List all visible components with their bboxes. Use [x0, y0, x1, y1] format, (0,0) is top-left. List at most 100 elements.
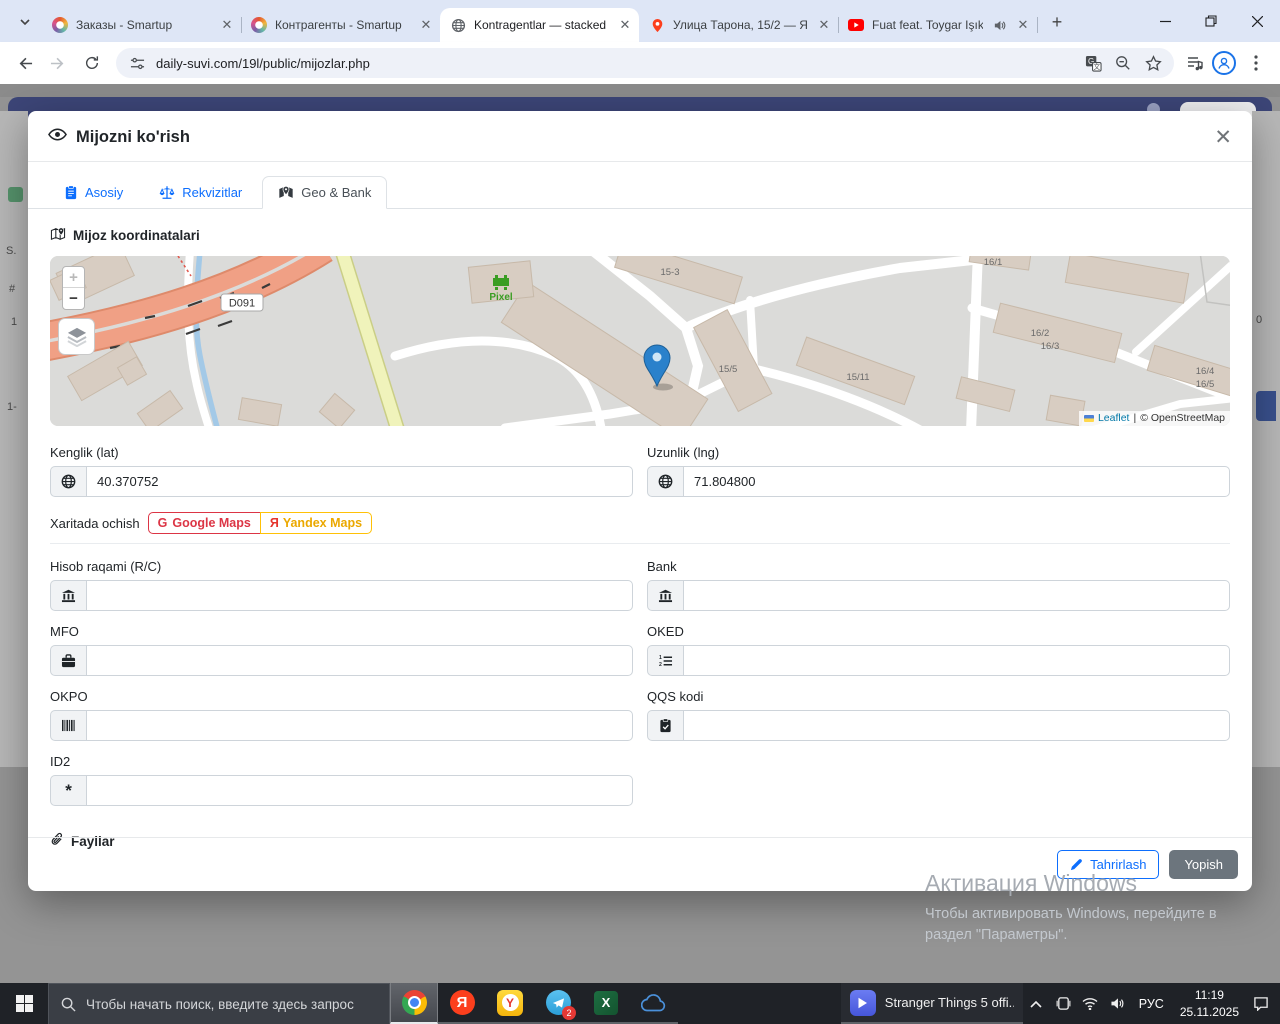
background-text: 0	[1256, 314, 1263, 326]
tray-chevron-up-icon[interactable]	[1023, 983, 1050, 1024]
tab-close-icon[interactable]: ✕	[1015, 17, 1031, 33]
bank-label: Bank	[647, 559, 677, 574]
taskbar-media-task[interactable]: Stranger Things 5 offi...	[840, 983, 1023, 1024]
form-divider	[50, 543, 1230, 544]
browser-tab[interactable]: Улица Тарона, 15/2 — Я ✕	[639, 8, 839, 42]
account-label: Hisob raqami (R/C)	[50, 559, 162, 574]
lat-input[interactable]	[86, 466, 633, 497]
browser-tab[interactable]: Fuat feat. Toygar Işık ✕	[838, 8, 1038, 42]
leaflet-map[interactable]: D091 Pixel 15-3 15/5 15/11 16/1 16/2 16/…	[50, 256, 1230, 426]
tab-close-icon[interactable]: ✕	[418, 17, 434, 33]
taskbar-chrome[interactable]	[390, 983, 438, 1024]
oked-input[interactable]	[683, 645, 1230, 676]
taskbar-yandex[interactable]: Я	[438, 983, 486, 1024]
yandex-browser-icon: Y	[497, 989, 523, 1016]
tab-audio-icon[interactable]	[991, 17, 1007, 33]
account-input[interactable]	[86, 580, 633, 611]
map-building-label: 15/11	[846, 372, 869, 383]
tab-close-icon[interactable]: ✕	[219, 17, 235, 33]
tab-geo-bank[interactable]: Geo & Bank	[262, 176, 388, 209]
reload-icon[interactable]	[78, 49, 106, 77]
edit-button-label: Tahrirlash	[1090, 857, 1147, 872]
browser-tab[interactable]: Заказы - Smartup ✕	[42, 8, 242, 42]
mfo-input[interactable]	[86, 645, 633, 676]
modal-header: Mijozni ko'rish ✕	[28, 111, 1252, 162]
background-badge	[8, 187, 23, 202]
volume-icon[interactable]	[1104, 983, 1131, 1024]
barcode-icon	[50, 710, 86, 741]
globe-icon	[50, 466, 86, 497]
tab-close-icon[interactable]: ✕	[816, 17, 832, 33]
yandex-icon: Я	[449, 990, 475, 1015]
tab-title: Улица Тарона, 15/2 — Я	[673, 18, 808, 32]
url-text[interactable]: daily-suvi.com/19l/public/mijozlar.php	[156, 56, 1074, 71]
minimize-button[interactable]	[1142, 0, 1188, 42]
taskbar-search[interactable]: Чтобы начать поиск, введите здесь запрос	[48, 983, 390, 1024]
close-button[interactable]: Yopish	[1169, 850, 1238, 879]
poi-label: Pixel	[489, 292, 513, 303]
leaflet-link[interactable]: Leaflet	[1098, 412, 1130, 424]
tab-rekvizitlar[interactable]: Rekvizitlar	[143, 176, 258, 209]
lat-label: Kenglik (lat)	[50, 445, 119, 460]
id2-input[interactable]	[86, 775, 633, 806]
map-layers-button[interactable]	[58, 318, 95, 355]
background-text: 1	[11, 316, 18, 328]
language-indicator[interactable]: РУС	[1131, 997, 1172, 1011]
windows-logo-icon	[15, 995, 33, 1012]
svg-text:1: 1	[659, 655, 662, 661]
new-tab-button[interactable]: +	[1043, 8, 1071, 36]
background-content-left: S. # 1 1-	[0, 111, 28, 767]
map-attribution: Leaflet | © OpenStreetMap	[1078, 411, 1230, 426]
bookmark-star-icon[interactable]	[1142, 52, 1164, 74]
globe-icon	[450, 17, 466, 33]
bank-input[interactable]	[683, 580, 1230, 611]
google-maps-button[interactable]: G Google Maps	[147, 512, 261, 534]
media-controls-icon[interactable]	[1184, 52, 1206, 74]
background-text: #	[9, 283, 16, 295]
close-window-button[interactable]	[1234, 0, 1280, 42]
menu-kebab-icon[interactable]	[1242, 49, 1270, 77]
yandex-maps-button[interactable]: Я Yandex Maps	[259, 512, 373, 534]
background-text: S.	[6, 245, 17, 257]
zoom-out-page-icon[interactable]	[1112, 52, 1134, 74]
chrome-icon	[401, 990, 427, 1015]
osm-attribution[interactable]: © OpenStreetMap	[1140, 412, 1225, 424]
tab-search-chevron-icon[interactable]	[10, 8, 40, 36]
tray-device-icon[interactable]	[1050, 983, 1077, 1024]
coordinates-section-title: Mijoz koordinatalari	[50, 227, 1230, 244]
tab-label: Geo & Bank	[301, 185, 372, 200]
clock[interactable]: 11:19 25.11.2025	[1172, 987, 1247, 1019]
browser-tab[interactable]: Контрагенты - Smartup ✕	[241, 8, 441, 42]
browser-tab-active[interactable]: Kontragentlar — stacked ✕	[440, 8, 639, 42]
modal-close-icon[interactable]: ✕	[1214, 127, 1232, 148]
tab-asosiy[interactable]: Asosiy	[48, 176, 139, 209]
translate-icon[interactable]: G文	[1082, 52, 1104, 74]
taskbar-cloud[interactable]	[630, 983, 678, 1024]
profile-avatar[interactable]	[1212, 51, 1236, 75]
taskbar-yandex-browser[interactable]: Y	[486, 983, 534, 1024]
restore-button[interactable]	[1188, 0, 1234, 42]
back-icon[interactable]	[10, 49, 38, 77]
taskbar-telegram[interactable]: 2	[534, 983, 582, 1024]
window-controls	[1142, 0, 1280, 42]
action-center-icon[interactable]	[1247, 983, 1274, 1024]
start-button[interactable]	[0, 983, 48, 1024]
map-canvas[interactable]: D091 Pixel 15-3 15/5 15/11 16/1 16/2 16/…	[50, 256, 1230, 426]
wifi-icon[interactable]	[1077, 983, 1104, 1024]
address-bar[interactable]: daily-suvi.com/19l/public/mijozlar.php G…	[116, 48, 1174, 78]
qqs-input[interactable]	[683, 710, 1230, 741]
map-building-label: 15/5	[719, 364, 738, 375]
site-settings-icon[interactable]	[126, 52, 148, 74]
lng-input[interactable]	[683, 466, 1230, 497]
taskbar-excel[interactable]: X	[582, 983, 630, 1024]
zoom-in-button[interactable]: +	[63, 267, 84, 288]
tab-title: Kontragentlar — stacked	[474, 18, 607, 32]
edit-button[interactable]: Tahrirlash	[1057, 850, 1160, 879]
zoom-out-button[interactable]: −	[63, 288, 84, 309]
google-maps-label: Google Maps	[172, 516, 251, 530]
forward-icon[interactable]	[44, 49, 72, 77]
excel-icon: X	[594, 990, 618, 1015]
client-view-modal: Mijozni ko'rish ✕ Asosiy Rekvizitlar Geo…	[28, 111, 1252, 891]
okpo-input[interactable]	[86, 710, 633, 741]
tab-close-icon[interactable]: ✕	[617, 17, 633, 33]
